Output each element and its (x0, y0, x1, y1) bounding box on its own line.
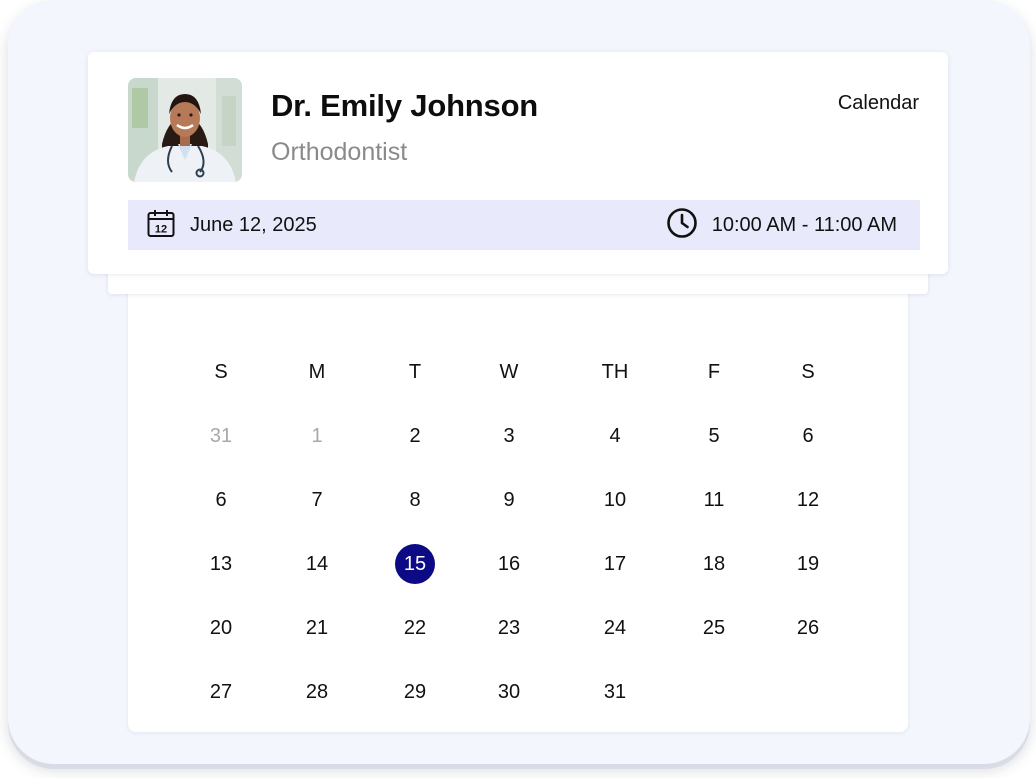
calendar-day-number: 30 (497, 680, 521, 703)
weekday-label: W (499, 360, 519, 383)
calendar-day-number: 20 (209, 616, 233, 639)
calendar-day[interactable]: 3 (479, 416, 539, 456)
calendar-day-number: 16 (497, 552, 521, 575)
calendar-day-number: 6 (215, 488, 227, 511)
calendar-day-number: 9 (503, 488, 515, 511)
calendar-day-number: 2 (409, 424, 421, 447)
calendar-day-number: 4 (609, 424, 621, 447)
calendar-day[interactable]: 31 (585, 672, 645, 712)
doctor-name: Dr. Emily Johnson (271, 88, 539, 123)
weekday-label: S (214, 360, 228, 383)
calendar-day-number: 23 (497, 616, 521, 639)
calendar-day[interactable]: 29 (385, 672, 445, 712)
calendar-day[interactable]: 26 (778, 608, 838, 648)
calendar-day-number: 8 (409, 488, 421, 511)
calendar-day[interactable]: 28 (287, 672, 347, 712)
calendar-day[interactable]: 17 (585, 544, 645, 584)
calendar-card: S M T W TH F S 31 1 2 3 4 5 6 6 7 8 9 10 11 12 13 14 15 16 17 18 1… (128, 280, 908, 732)
calendar-week-row: 13 14 15 16 17 18 19 (128, 544, 908, 584)
weekday-label: M (308, 360, 326, 383)
calendar-day[interactable]: 6 (191, 480, 251, 520)
calendar-day-number: 25 (702, 616, 726, 639)
calendar-day-number: 29 (403, 680, 427, 703)
calendar-day-number: 13 (209, 552, 233, 575)
calendar-day[interactable]: 2 (385, 416, 445, 456)
weekday-label: F (707, 360, 721, 383)
calendar-day-number: 24 (603, 616, 627, 639)
calendar-week-row: 20 21 22 23 24 25 26 (128, 608, 908, 648)
calendar-day[interactable]: 31 (191, 416, 251, 456)
appointment-date-text: June 12, 2025 (190, 213, 317, 236)
calendar-day-number: 21 (305, 616, 329, 639)
calendar-day-number: 6 (802, 424, 814, 447)
calendar-day[interactable]: 5 (684, 416, 744, 456)
calendar-day-number: 31 (603, 680, 627, 703)
calendar-link[interactable]: Calendar (838, 92, 919, 115)
calendar-day-number: 27 (209, 680, 233, 703)
calendar-day[interactable]: 9 (479, 480, 539, 520)
appointment-info-bar: 12 June 12, 2025 10:00 AM - 11:00 AM (128, 200, 920, 250)
weekday-label: TH (601, 360, 629, 383)
calendar-day[interactable]: 7 (287, 480, 347, 520)
calendar-day[interactable]: 18 (684, 544, 744, 584)
appointment-date: 12 June 12, 2025 (146, 208, 317, 243)
appointment-time-text: 10:00 AM - 11:00 AM (711, 213, 897, 236)
calendar-week-row: 31 1 2 3 4 5 6 (128, 416, 908, 456)
calendar-day-number: 7 (311, 488, 323, 511)
weekday-header: S M T W TH F S (128, 352, 908, 392)
calendar-day[interactable]: 25 (684, 608, 744, 648)
calendar-day[interactable]: 12 (778, 480, 838, 520)
calendar-day[interactable]: 19 (778, 544, 838, 584)
calendar-icon: 12 (146, 208, 176, 243)
calendar-day-number: 19 (796, 552, 820, 575)
calendar-day-number: 11 (703, 488, 725, 511)
calendar-day-number: 31 (209, 424, 233, 447)
calendar-day[interactable]: 14 (287, 544, 347, 584)
calendar-day[interactable]: 11 (684, 480, 744, 520)
clock-icon (666, 207, 698, 244)
calendar-day-number: 14 (305, 552, 329, 575)
calendar-day[interactable]: 1 (287, 416, 347, 456)
calendar-day[interactable]: 13 (191, 544, 251, 584)
doctor-specialty: Orthodontist (271, 138, 408, 166)
calendar-day[interactable]: 27 (191, 672, 251, 712)
calendar-day[interactable]: 20 (191, 608, 251, 648)
calendar-day-number: 1 (311, 424, 323, 447)
avatar (128, 78, 242, 182)
weekday-label: S (801, 360, 815, 383)
calendar-day-number: 5 (708, 424, 720, 447)
calendar-day-number: 26 (796, 616, 820, 639)
calendar-week-row: 6 7 8 9 10 11 12 (128, 480, 908, 520)
calendar-day[interactable]: 10 (585, 480, 645, 520)
calendar-day[interactable]: 16 (479, 544, 539, 584)
calendar-day-number: 10 (603, 488, 627, 511)
calendar-day-number: 3 (503, 424, 515, 447)
calendar-day[interactable]: 8 (385, 480, 445, 520)
calendar-icon-day: 12 (155, 223, 167, 235)
doctor-profile-card: Dr. Emily Johnson Orthodontist Calendar … (88, 52, 948, 274)
weekday-label: T (408, 360, 422, 383)
calendar-day[interactable]: 6 (778, 416, 838, 456)
calendar-day[interactable]: 21 (287, 608, 347, 648)
calendar-day-number: 28 (305, 680, 329, 703)
calendar-day[interactable]: 4 (585, 416, 645, 456)
calendar-day-number: 15 (395, 544, 435, 584)
calendar-day-selected[interactable]: 15 (385, 544, 445, 584)
calendar-day-number: 18 (702, 552, 726, 575)
calendar-day-number: 17 (603, 552, 627, 575)
calendar-day[interactable]: 23 (479, 608, 539, 648)
calendar-day[interactable]: 22 (385, 608, 445, 648)
calendar-day-number: 12 (796, 488, 820, 511)
calendar-day[interactable]: 24 (585, 608, 645, 648)
calendar-day[interactable]: 30 (479, 672, 539, 712)
appointment-time: 10:00 AM - 11:00 AM (666, 207, 897, 244)
calendar-week-row: 27 28 29 30 31 (128, 672, 908, 712)
calendar-day-number: 22 (403, 616, 427, 639)
